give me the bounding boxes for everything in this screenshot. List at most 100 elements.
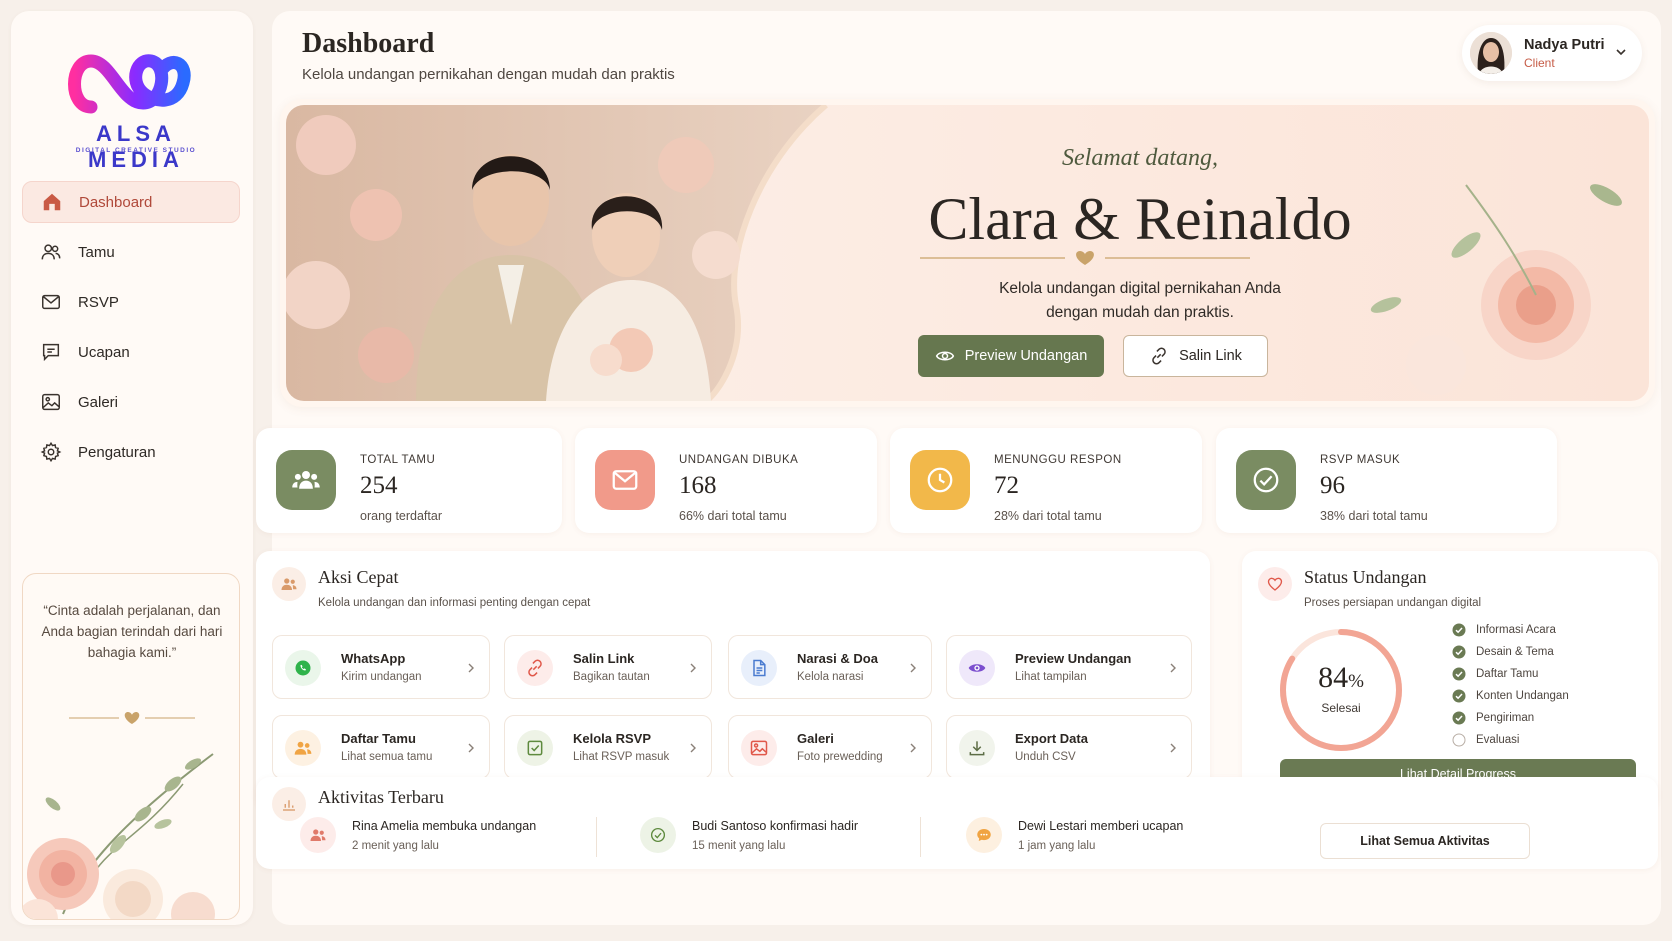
main-content: Dashboard Kelola undangan pernikahan den…: [256, 11, 1661, 925]
stat-label: RSVP MASUK: [1320, 454, 1401, 466]
activity-time: 1 jam yang lalu: [1018, 840, 1096, 852]
floral-illustration-icon: [23, 753, 215, 919]
checklist-label: Desain & Tema: [1476, 646, 1554, 658]
mail-icon: [42, 294, 60, 310]
checkbox-icon: [527, 740, 543, 756]
sidebar-item-galeri[interactable]: Galeri: [22, 381, 240, 423]
copy-link-button[interactable]: Salin Link: [1123, 335, 1268, 377]
image-icon: [750, 740, 768, 756]
welcome-hero: Selamat datang, Clara & Reinaldo Kelola …: [280, 99, 1655, 407]
user-photo-icon: [1470, 32, 1512, 74]
users-icon: [41, 244, 61, 260]
checklist-label: Konten Undangan: [1476, 690, 1569, 702]
activity-icon-bg: [966, 817, 1002, 853]
chevron-right-icon: [910, 663, 916, 673]
activity-action: memberi ucapan: [1090, 819, 1184, 833]
activity-actor: Rina Amelia: [352, 819, 419, 833]
stat-value: 96: [1320, 472, 1345, 499]
heart-icon: [1267, 577, 1283, 591]
check-circle-icon: [1452, 711, 1466, 725]
stat-card-invitations-opened: UNDANGAN DIBUKA 168 66% dari total tamu: [575, 428, 877, 533]
stat-subtext: 38% dari total tamu: [1320, 509, 1428, 523]
activity-icon-bg: [300, 817, 336, 853]
checklist-item: Pengiriman: [1452, 707, 1569, 729]
checklist-label: Informasi Acara: [1476, 624, 1556, 636]
chat-icon: [977, 829, 991, 841]
qa-title: Daftar Tamu: [341, 731, 416, 746]
user-menu[interactable]: Nadya Putri Client: [1462, 25, 1642, 81]
quick-action-preview[interactable]: Preview Undangan Lihat tampilan: [946, 635, 1192, 699]
qa-subtitle: Foto prewedding: [797, 751, 883, 763]
page-title: Dashboard: [302, 28, 435, 59]
quick-action-narration[interactable]: Narasi & Doa Kelola narasi: [728, 635, 932, 699]
activity-title: Aktivitas Terbaru: [318, 787, 444, 807]
brand-logo[interactable]: ALSA MEDIA DIGITAL CREATIVE STUDIO: [51, 41, 221, 172]
qa-icon-bg: [741, 650, 777, 686]
sidebar-item-dashboard[interactable]: Dashboard: [22, 181, 240, 223]
qa-title: Export Data: [1015, 731, 1088, 746]
check-circle-icon: [1452, 645, 1466, 659]
eye-icon: [968, 664, 986, 672]
qa-title: Salin Link: [573, 651, 635, 666]
checklist-label: Evaluasi: [1476, 734, 1520, 746]
activity-actor: Dewi Lestari: [1018, 819, 1087, 833]
quick-action-copy-link[interactable]: Salin Link Bagikan tautan: [504, 635, 712, 699]
chevron-right-icon: [690, 743, 696, 753]
qa-title: WhatsApp: [341, 651, 406, 666]
quick-actions-title: Aksi Cepat: [318, 567, 399, 587]
stat-card-awaiting-response: MENUNGGU RESPON 72 28% dari total tamu: [890, 428, 1202, 533]
checklist-item: Desain & Tema: [1452, 641, 1569, 663]
checklist-label: Daftar Tamu: [1476, 668, 1539, 680]
activity-time: 15 menit yang lalu: [692, 840, 786, 852]
chevron-right-icon: [690, 663, 696, 673]
stat-icon-bg: [1236, 450, 1296, 510]
sidebar-item-rsvp[interactable]: RSVP: [22, 281, 240, 323]
stat-subtext: 28% dari total tamu: [994, 509, 1102, 523]
quick-action-export[interactable]: Export Data Unduh CSV: [946, 715, 1192, 779]
users-icon: [281, 578, 297, 590]
quote-text: “Cinta adalah perjalanan, dan Anda bagia…: [41, 603, 223, 660]
sidebar-item-tamu[interactable]: Tamu: [22, 231, 240, 273]
sidebar-item-label: Ucapan: [78, 343, 130, 361]
sidebar-item-pengaturan[interactable]: Pengaturan: [22, 431, 240, 473]
stat-value: 168: [679, 472, 717, 499]
stat-label: MENUNGGU RESPON: [994, 454, 1122, 466]
mail-icon: [612, 470, 638, 490]
qa-title: Galeri: [797, 731, 834, 746]
qa-icon-bg: [285, 650, 321, 686]
stat-icon-bg: [276, 450, 336, 510]
progress-percent: 84%: [1276, 661, 1406, 695]
home-icon: [43, 193, 61, 211]
qa-subtitle: Kirim undangan: [341, 671, 422, 683]
download-icon: [969, 741, 985, 756]
user-role: Client: [1524, 55, 1555, 70]
stat-subtext: 66% dari total tamu: [679, 509, 787, 523]
quick-action-manage-rsvp[interactable]: Kelola RSVP Lihat RSVP masuk: [504, 715, 712, 779]
sidebar-item-ucapan[interactable]: Ucapan: [22, 331, 240, 373]
quick-action-guest-list[interactable]: Daftar Tamu Lihat semua tamu: [272, 715, 490, 779]
quick-action-gallery[interactable]: Galeri Foto prewedding: [728, 715, 932, 779]
qa-subtitle: Lihat tampilan: [1015, 671, 1087, 683]
invitation-status-panel: Status Undangan Proses persiapan undanga…: [1242, 551, 1658, 811]
stat-value: 254: [360, 472, 398, 499]
checklist-item: Informasi Acara: [1452, 619, 1569, 641]
hero-description: Kelola undangan digital pernikahan Anda …: [840, 277, 1440, 325]
preview-invitation-button[interactable]: Preview Undangan: [918, 335, 1104, 377]
quick-action-whatsapp[interactable]: WhatsApp Kirim undangan: [272, 635, 490, 699]
status-checklist: Informasi Acara Desain & Tema Daftar Tamu K…: [1452, 619, 1569, 751]
activity-action: konfirmasi hadir: [769, 819, 859, 833]
heart-divider-icon: [920, 251, 1250, 265]
view-all-activity-button[interactable]: Lihat Semua Aktivitas: [1320, 823, 1530, 859]
sidebar-item-label: Pengaturan: [78, 443, 156, 461]
qa-subtitle: Lihat semua tamu: [341, 751, 433, 763]
chevron-right-icon: [910, 743, 916, 753]
qa-subtitle: Unduh CSV: [1015, 751, 1076, 763]
panel-icon-bg: [272, 567, 306, 601]
chevron-down-icon[interactable]: [1614, 45, 1628, 59]
sidebar-nav: Dashboard Tamu RSVP Ucapan Galeri Pengat…: [22, 181, 240, 481]
hero-description-line: Kelola undangan digital pernikahan Anda: [999, 280, 1281, 297]
page-subtitle: Kelola undangan pernikahan dengan mudah …: [302, 66, 675, 83]
stat-label: TOTAL TAMU: [360, 454, 436, 466]
qa-title: Preview Undangan: [1015, 651, 1132, 666]
stat-card-rsvp-received: RSVP MASUK 96 38% dari total tamu: [1216, 428, 1557, 533]
